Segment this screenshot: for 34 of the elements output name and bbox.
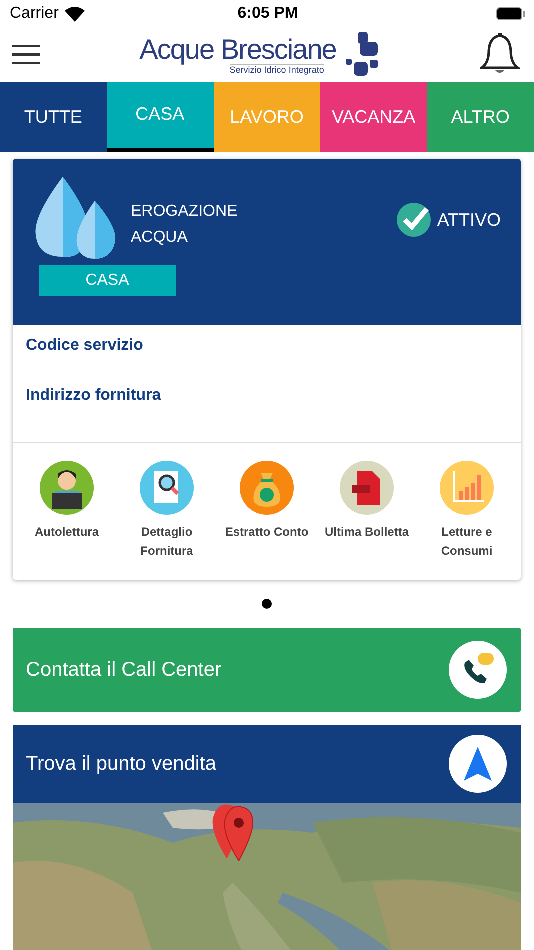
logo-mark-icon: [346, 32, 380, 78]
action-button[interactable]: Letture e Consumi: [419, 461, 515, 580]
status-label: ATTIVO: [437, 210, 501, 230]
field-label: Codice servizio: [26, 337, 144, 355]
navigation-arrow-icon: [464, 747, 492, 781]
menu-icon[interactable]: [12, 45, 40, 65]
action-label: Autolettura: [35, 524, 99, 541]
logo-title: Acque Bresciane: [140, 36, 336, 64]
service-title: EROGAZIONE ACQUA: [131, 202, 238, 248]
reader-icon: [40, 461, 94, 515]
action-label: Ultima Bolletta: [324, 524, 409, 541]
wifi-icon: [64, 6, 85, 22]
category-tab[interactable]: TUTTE: [0, 82, 107, 152]
bar-chart-icon: [440, 461, 494, 515]
action-label: Dettaglio Fornitura: [140, 524, 194, 560]
money-bag-icon: [240, 461, 294, 515]
store-finder-button[interactable]: Trova il punto vendita: [13, 725, 521, 803]
service-card[interactable]: EROGAZIONE ACQUA ATTIVO CASA Codice servizio Indirizzo fornitura Autolettura Dettaglio Fornitura Estratto Conto Ultima Bolletta Letture e Consumi: [13, 159, 521, 580]
logo-subtitle: Servizio Idrico Integrato: [230, 64, 324, 74]
carrier-label: Carrier: [10, 5, 59, 23]
category-tab[interactable]: VACANZA: [320, 82, 428, 152]
action-label: Estratto Conto: [225, 524, 309, 541]
battery-icon: [496, 7, 526, 21]
pdf-file-icon: [340, 461, 394, 515]
action-button[interactable]: Autolettura: [19, 461, 115, 580]
field-label: Indirizzo fornitura: [26, 387, 162, 405]
page-dot[interactable]: [262, 599, 272, 609]
action-button[interactable]: Ultima Bolletta: [319, 461, 415, 580]
action-label: Letture e Consumi: [441, 524, 493, 560]
document-search-icon: [140, 461, 194, 515]
action-button[interactable]: Dettaglio Fornitura: [119, 461, 215, 580]
category-label: CASA: [39, 265, 176, 296]
clock-time: 6:05 PM: [238, 5, 298, 23]
action-button[interactable]: Estratto Conto: [219, 461, 315, 580]
